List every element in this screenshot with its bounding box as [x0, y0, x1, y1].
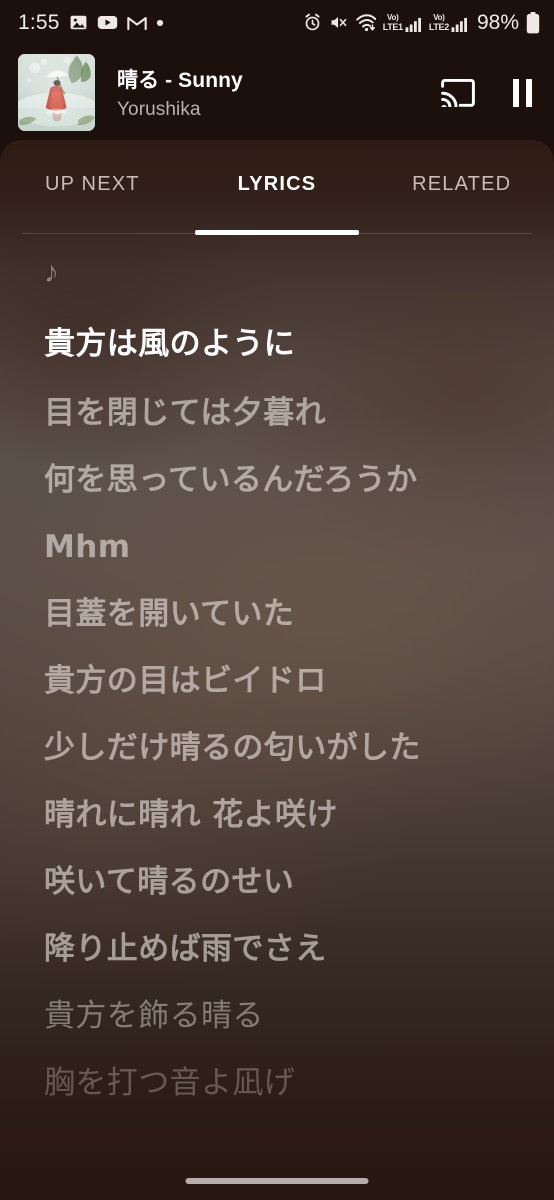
status-clock: 1:55 — [18, 10, 60, 34]
status-bar: 1:55 Vo) LTE1 Vo) LTE2 98% — [0, 0, 554, 45]
volte2-icon: Vo) LTE2 — [428, 12, 449, 32]
gmail-icon — [126, 14, 147, 31]
lyric-line[interactable]: 貴方は風のように — [44, 311, 554, 378]
lyric-line[interactable]: 目を閉じては夕暮れ — [44, 380, 554, 447]
cast-icon[interactable] — [441, 78, 475, 107]
lyrics-list[interactable]: ♪ 貴方は風のように 目を閉じては夕暮れ 何を思っているんだろうか Mhm 目蓋… — [0, 235, 554, 1117]
pause-button[interactable] — [513, 78, 532, 107]
status-bar-right: Vo) LTE1 Vo) LTE2 98% — [303, 11, 540, 35]
lyric-line[interactable]: 貴方の目はビイドロ — [44, 648, 554, 715]
battery-icon — [526, 11, 540, 34]
music-note-icon: ♪ — [44, 256, 59, 289]
header-actions — [441, 78, 532, 107]
signal2-icon — [451, 17, 468, 32]
lyric-line[interactable]: 降り止めば雨でさえ — [44, 916, 554, 983]
wifi-icon — [355, 13, 376, 32]
lyric-line[interactable]: 少しだけ晴るの匂いがした — [44, 715, 554, 782]
mute-icon — [329, 13, 348, 32]
sim2-signal-group: Vo) LTE2 — [428, 12, 468, 32]
alarm-icon — [303, 13, 322, 32]
active-tab-underline — [195, 230, 359, 235]
signal1-icon — [405, 17, 422, 32]
tab-up-next[interactable]: UP NEXT — [0, 140, 185, 235]
home-indicator[interactable] — [185, 1178, 369, 1184]
lyric-line[interactable]: 目蓋を開いていた — [44, 581, 554, 648]
tab-related[interactable]: RELATED — [369, 140, 554, 235]
sim1-signal-group: Vo) LTE1 — [382, 12, 422, 32]
lyrics-note-row: ♪ — [44, 235, 554, 311]
mini-player-header[interactable]: 晴る - Sunny Yorushika — [0, 45, 554, 140]
youtube-icon — [97, 13, 118, 32]
track-artist: Yorushika — [117, 99, 201, 120]
pause-bar-right — [526, 78, 532, 107]
tab-lyrics[interactable]: LYRICS — [185, 140, 370, 235]
lyric-line[interactable]: 胸を打つ音よ凪げ — [44, 1050, 554, 1117]
dot-icon — [156, 19, 164, 27]
lyric-line[interactable]: 貴方を飾る晴る — [44, 983, 554, 1050]
album-art[interactable] — [18, 54, 95, 131]
battery-percent-label: 98% — [476, 10, 519, 34]
lyric-line[interactable]: 何を思っているんだろうか — [44, 447, 554, 514]
lyric-line[interactable]: 晴れに晴れ 花よ咲け — [44, 782, 554, 849]
youtube-music-player-screen: 1:55 Vo) LTE1 Vo) LTE2 98% 晴る - Sunny Yo… — [0, 0, 554, 1200]
volte1-icon: Vo) LTE1 — [382, 12, 403, 32]
track-title: 晴る - Sunny — [117, 69, 243, 92]
lyrics-panel: UP NEXT LYRICS RELATED ♪ 貴方は風のように 目を閉じては… — [0, 140, 554, 1200]
pause-bar-left — [513, 78, 519, 107]
track-meta: 晴る - Sunny Yorushika — [117, 64, 429, 121]
lyric-line[interactable]: 咲いて晴るのせい — [44, 849, 554, 916]
tab-bar: UP NEXT LYRICS RELATED — [0, 140, 554, 235]
photos-icon — [69, 13, 88, 32]
lyric-line[interactable]: Mhm — [44, 514, 554, 581]
status-bar-left: 1:55 — [18, 11, 164, 35]
